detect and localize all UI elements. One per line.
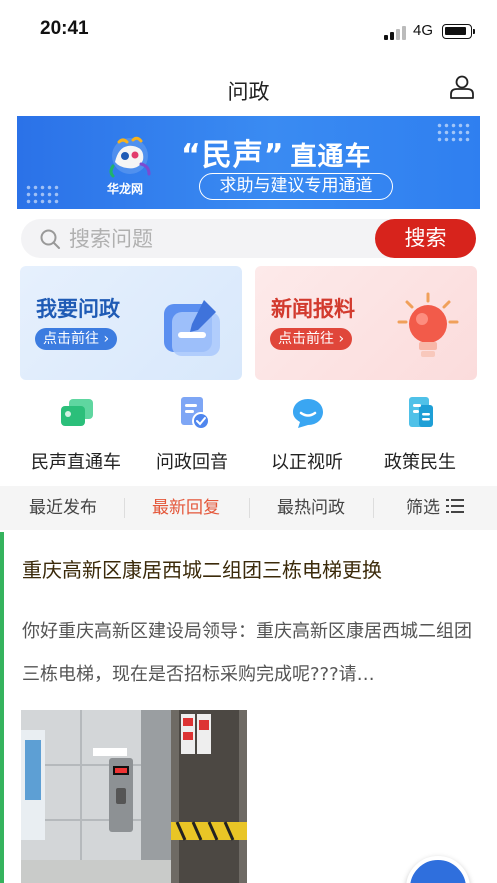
tab-latest-reply[interactable]: 最新回复 <box>133 486 239 530</box>
shortcut-huiyin[interactable]: 问政回音 <box>130 390 254 480</box>
user-icon[interactable] <box>449 74 475 100</box>
banner-title-suffix: 直通车 <box>290 142 372 172</box>
brand-label: 华龙网 <box>107 182 144 196</box>
shortcut-label: 民声直通车 <box>31 452 121 473</box>
card-title: 我要问政 <box>36 297 120 321</box>
chat-bubbles-icon <box>61 399 93 426</box>
card-action: 点击前往 › <box>270 328 353 350</box>
shortcut-minsheng[interactable]: 民声直通车 <box>14 390 138 480</box>
page-title: 问政 <box>227 80 270 104</box>
policy-document-icon <box>409 397 433 427</box>
shortcut-yizheng[interactable]: 以正视听 <box>245 390 369 480</box>
message-bubble-icon <box>293 399 323 428</box>
divider <box>373 498 374 518</box>
shortcut-zhengce[interactable]: 政策民生 <box>358 390 482 480</box>
shortcut-label: 政策民生 <box>384 452 456 473</box>
document-check-icon <box>181 397 210 430</box>
status-bar: 20:41 4G <box>0 0 497 62</box>
nav-bar: 问政 <box>0 62 497 114</box>
search-bar: 搜索 <box>21 219 476 258</box>
news-tip-card[interactable]: 新闻报料 点击前往 › <box>255 266 477 380</box>
post-title: 重庆高新区康居西城二组团三栋电梯更换 <box>22 558 382 582</box>
ask-government-card[interactable]: 我要问政 点击前往 › <box>20 266 242 380</box>
elevator-photo <box>21 710 247 883</box>
battery-icon <box>442 24 475 39</box>
search-button[interactable]: 搜索 <box>375 219 476 258</box>
search-input[interactable] <box>69 223 369 254</box>
tab-recent[interactable]: 最近发布 <box>10 486 116 530</box>
divider <box>124 498 125 518</box>
shortcut-label: 以正视听 <box>271 452 343 473</box>
banner-title-quoted: “民声” <box>181 138 285 173</box>
banner-title: “民声” 直通车 <box>181 130 371 174</box>
filter-label: 筛选 <box>406 498 440 518</box>
tab-hottest[interactable]: 最热问政 <box>258 486 364 530</box>
card-action: 点击前往 › <box>35 328 118 350</box>
card-title: 新闻报料 <box>271 297 355 321</box>
post-body: 你好重庆高新区建设局领导：重庆高新区康居西城二组团三栋电梯，现在是否招标采购完成… <box>22 621 472 685</box>
decor-dots <box>25 184 59 204</box>
status-time: 20:41 <box>40 18 89 39</box>
dragon-logo-icon <box>109 136 151 178</box>
list-filter-icon <box>446 499 464 513</box>
search-icon <box>40 229 60 249</box>
decor-dots <box>436 122 472 144</box>
banner-subtitle: 求助与建议专用通道 <box>199 173 393 200</box>
shortcut-label: 问政回音 <box>156 452 228 473</box>
network-label: 4G <box>413 22 434 39</box>
promo-banner[interactable]: 华龙网 “民声” 直通车 求助与建议专用通道 <box>17 116 480 209</box>
signal-icon <box>384 26 406 40</box>
post-accent-bar <box>0 532 4 883</box>
post-item[interactable]: 重庆高新区康居西城二组团三栋电梯更换 你好重庆高新区建设局领导：重庆高新区康居西… <box>0 532 497 883</box>
tab-filter[interactable]: 筛选 <box>380 486 490 530</box>
divider <box>249 498 250 518</box>
filter-tabs: 最近发布 最新回复 最热问政 筛选 <box>0 486 497 530</box>
shortcut-grid: 民声直通车 问政回音 以正视听 政策民生 <box>0 390 497 480</box>
edit-document-icon <box>164 300 220 356</box>
lightbulb-icon <box>397 292 459 357</box>
